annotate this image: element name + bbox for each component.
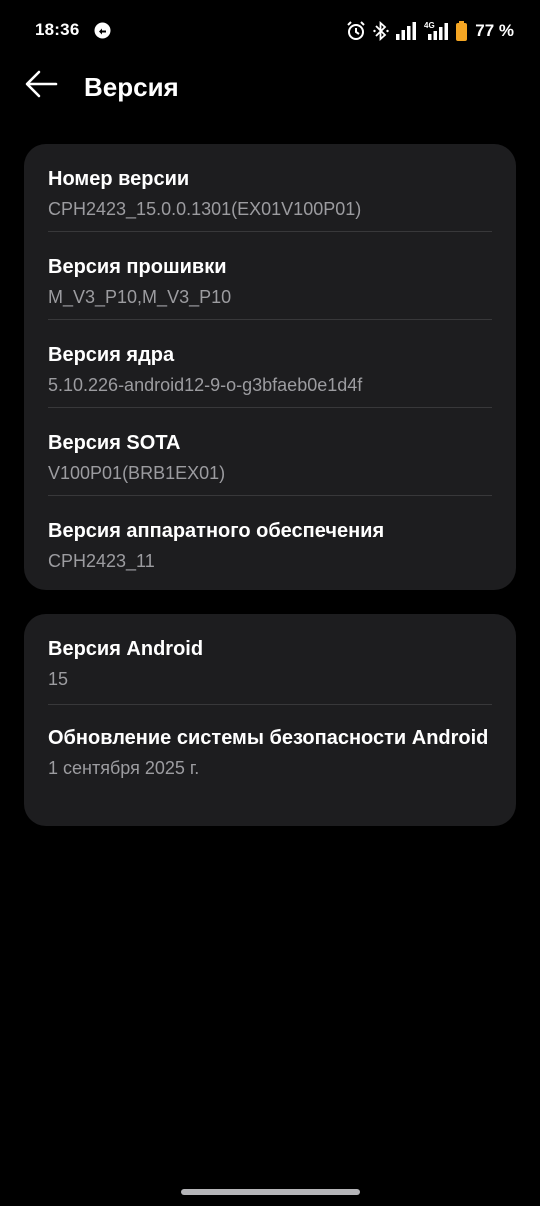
alarm-icon xyxy=(345,20,367,42)
status-icons: 4G 77 % xyxy=(345,19,514,43)
svg-text:4G: 4G xyxy=(424,21,435,30)
list-item-security-update[interactable]: Обновление системы безопасности Android … xyxy=(48,705,492,780)
android-info-card: Версия Android 15 Обновление системы без… xyxy=(24,614,516,826)
row-value: CPH2423_11 xyxy=(48,551,155,571)
row-value: M_V3_P10,M_V3_P10 xyxy=(48,287,232,307)
row-title: Версия Android xyxy=(48,638,204,660)
row-title: Версия ядра xyxy=(48,344,175,366)
app-bar: Версия xyxy=(0,62,540,118)
row-value: 1 сентября 2025 г. xyxy=(48,758,200,778)
status-time: 18:36 xyxy=(35,20,80,39)
row-title: Номер версии xyxy=(48,168,190,190)
battery-percent: 77 % xyxy=(475,21,514,40)
row-value: 15 xyxy=(48,669,69,689)
row-value: V100P01(BRB1EX01) xyxy=(48,463,226,483)
signal-icon xyxy=(395,20,417,42)
back-button[interactable] xyxy=(22,70,62,110)
battery-icon xyxy=(455,20,468,42)
page-title: Версия xyxy=(84,72,179,102)
notification-app-icon xyxy=(94,22,111,39)
row-title: Обновление системы безопасности Android xyxy=(48,727,489,749)
row-title: Версия аппаратного обеспечения xyxy=(48,520,385,542)
list-item-android-version[interactable]: Версия Android 15 xyxy=(48,614,492,705)
version-info-card: Номер версии CPH2423_15.0.0.1301(EX01V10… xyxy=(24,144,516,590)
row-title: Версия прошивки xyxy=(48,256,227,278)
status-bar: 18:36 4G 77 % xyxy=(0,0,540,62)
list-item-hardware-version[interactable]: Версия аппаратного обеспечения CPH2423_1… xyxy=(48,496,492,586)
list-item-build-number[interactable]: Номер версии CPH2423_15.0.0.1301(EX01V10… xyxy=(48,144,492,232)
list-item-sota-version[interactable]: Версия SOTA V100P01(BRB1EX01) xyxy=(48,408,492,496)
row-value: 5.10.226-android12-9-o-g3bfaeb0e1d4f xyxy=(48,375,363,395)
row-value: CPH2423_15.0.0.1301(EX01V100P01) xyxy=(48,199,362,219)
signal-4g-icon: 4G xyxy=(423,20,449,42)
row-title: Версия SOTA xyxy=(48,432,181,454)
list-item-firmware-version[interactable]: Версия прошивки M_V3_P10,M_V3_P10 xyxy=(48,232,492,320)
arrow-left-icon xyxy=(25,70,58,98)
bluetooth-icon xyxy=(373,20,389,42)
gesture-navigation-handle[interactable] xyxy=(181,1189,360,1195)
list-item-kernel-version[interactable]: Версия ядра 5.10.226-android12-9-o-g3bfa… xyxy=(48,320,492,408)
